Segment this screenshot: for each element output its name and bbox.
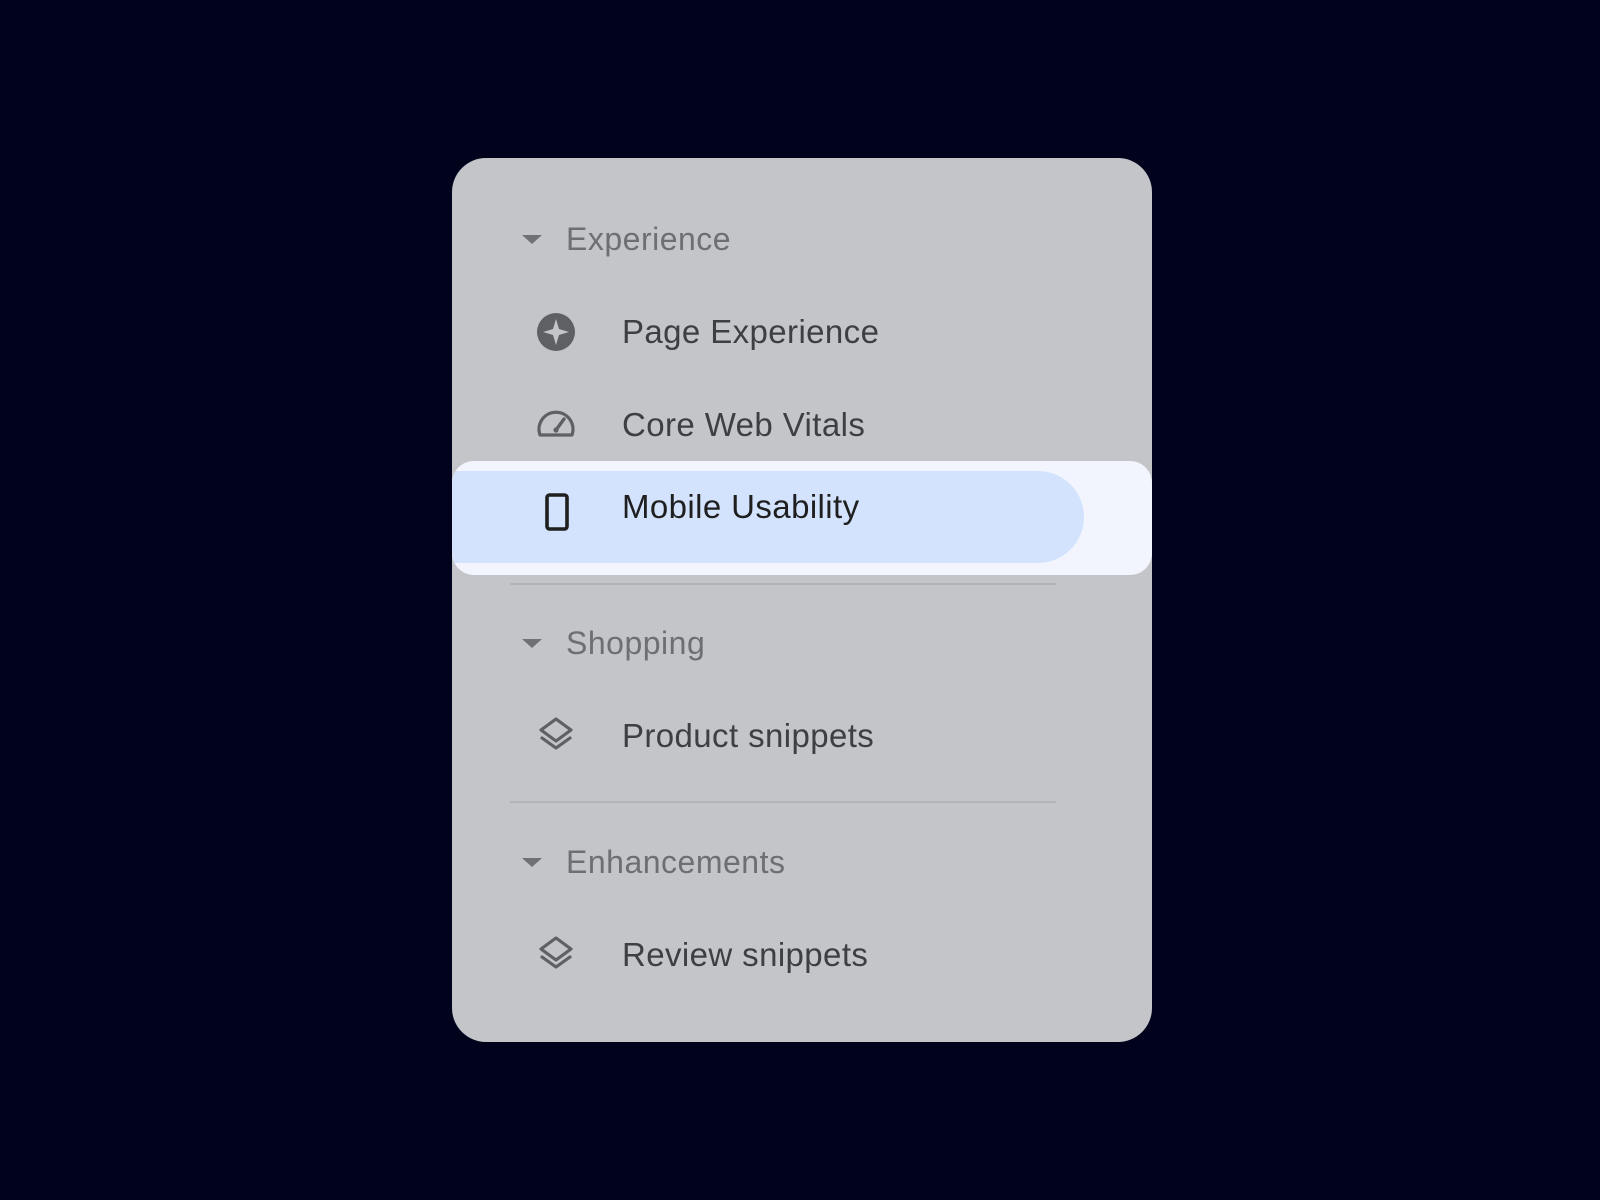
nav-item-label: Core Web Vitals	[622, 406, 866, 443]
page-experience-icon	[536, 312, 580, 352]
layers-icon	[536, 935, 580, 975]
nav-item-review-snippets[interactable]: Review snippets	[452, 920, 1152, 990]
nav-item-product-snippets[interactable]: Product snippets	[452, 701, 1152, 771]
selected-row-highlight: Mobile Usability	[452, 461, 1152, 575]
nav-item-mobile-usability[interactable]: Mobile Usability	[452, 461, 1152, 575]
divider	[510, 801, 1056, 803]
caret-down-icon	[522, 857, 542, 867]
layers-icon	[536, 716, 580, 756]
nav-item-core-web-vitals[interactable]: Core Web Vitals	[452, 390, 1152, 460]
smartphone-icon	[536, 493, 580, 535]
nav-panel: Experience Page Experience Core Web Vita…	[452, 158, 1152, 1042]
section-header-experience[interactable]: Experience	[452, 214, 1152, 264]
nav-item-label: Mobile Usability	[622, 488, 860, 525]
page-background: Experience Page Experience Core Web Vita…	[0, 0, 1600, 1200]
divider	[510, 583, 1056, 585]
section-header-enhancements[interactable]: Enhancements	[452, 837, 1152, 887]
section-header-shopping[interactable]: Shopping	[452, 618, 1152, 668]
caret-down-icon	[522, 234, 542, 244]
section-label-shopping: Shopping	[566, 624, 706, 661]
section-label-enhancements: Enhancements	[566, 843, 786, 880]
section-label-experience: Experience	[566, 220, 732, 257]
nav-item-label: Review snippets	[622, 936, 869, 973]
nav-item-page-experience[interactable]: Page Experience	[452, 297, 1152, 367]
nav-item-label: Product snippets	[622, 717, 875, 754]
speedometer-icon	[536, 405, 580, 445]
caret-down-icon	[522, 638, 542, 648]
nav-item-label: Page Experience	[622, 313, 880, 350]
